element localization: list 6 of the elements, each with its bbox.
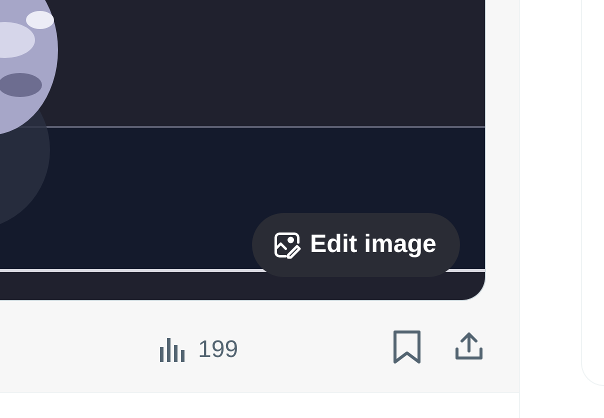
share-icon[interactable] xyxy=(454,331,484,361)
image-edit-icon xyxy=(272,230,302,260)
bar-chart-icon[interactable] xyxy=(158,336,186,364)
view-count: 199 xyxy=(198,335,238,365)
bookmark-icon[interactable] xyxy=(393,330,421,364)
edit-image-button[interactable]: Edit image xyxy=(252,213,460,277)
